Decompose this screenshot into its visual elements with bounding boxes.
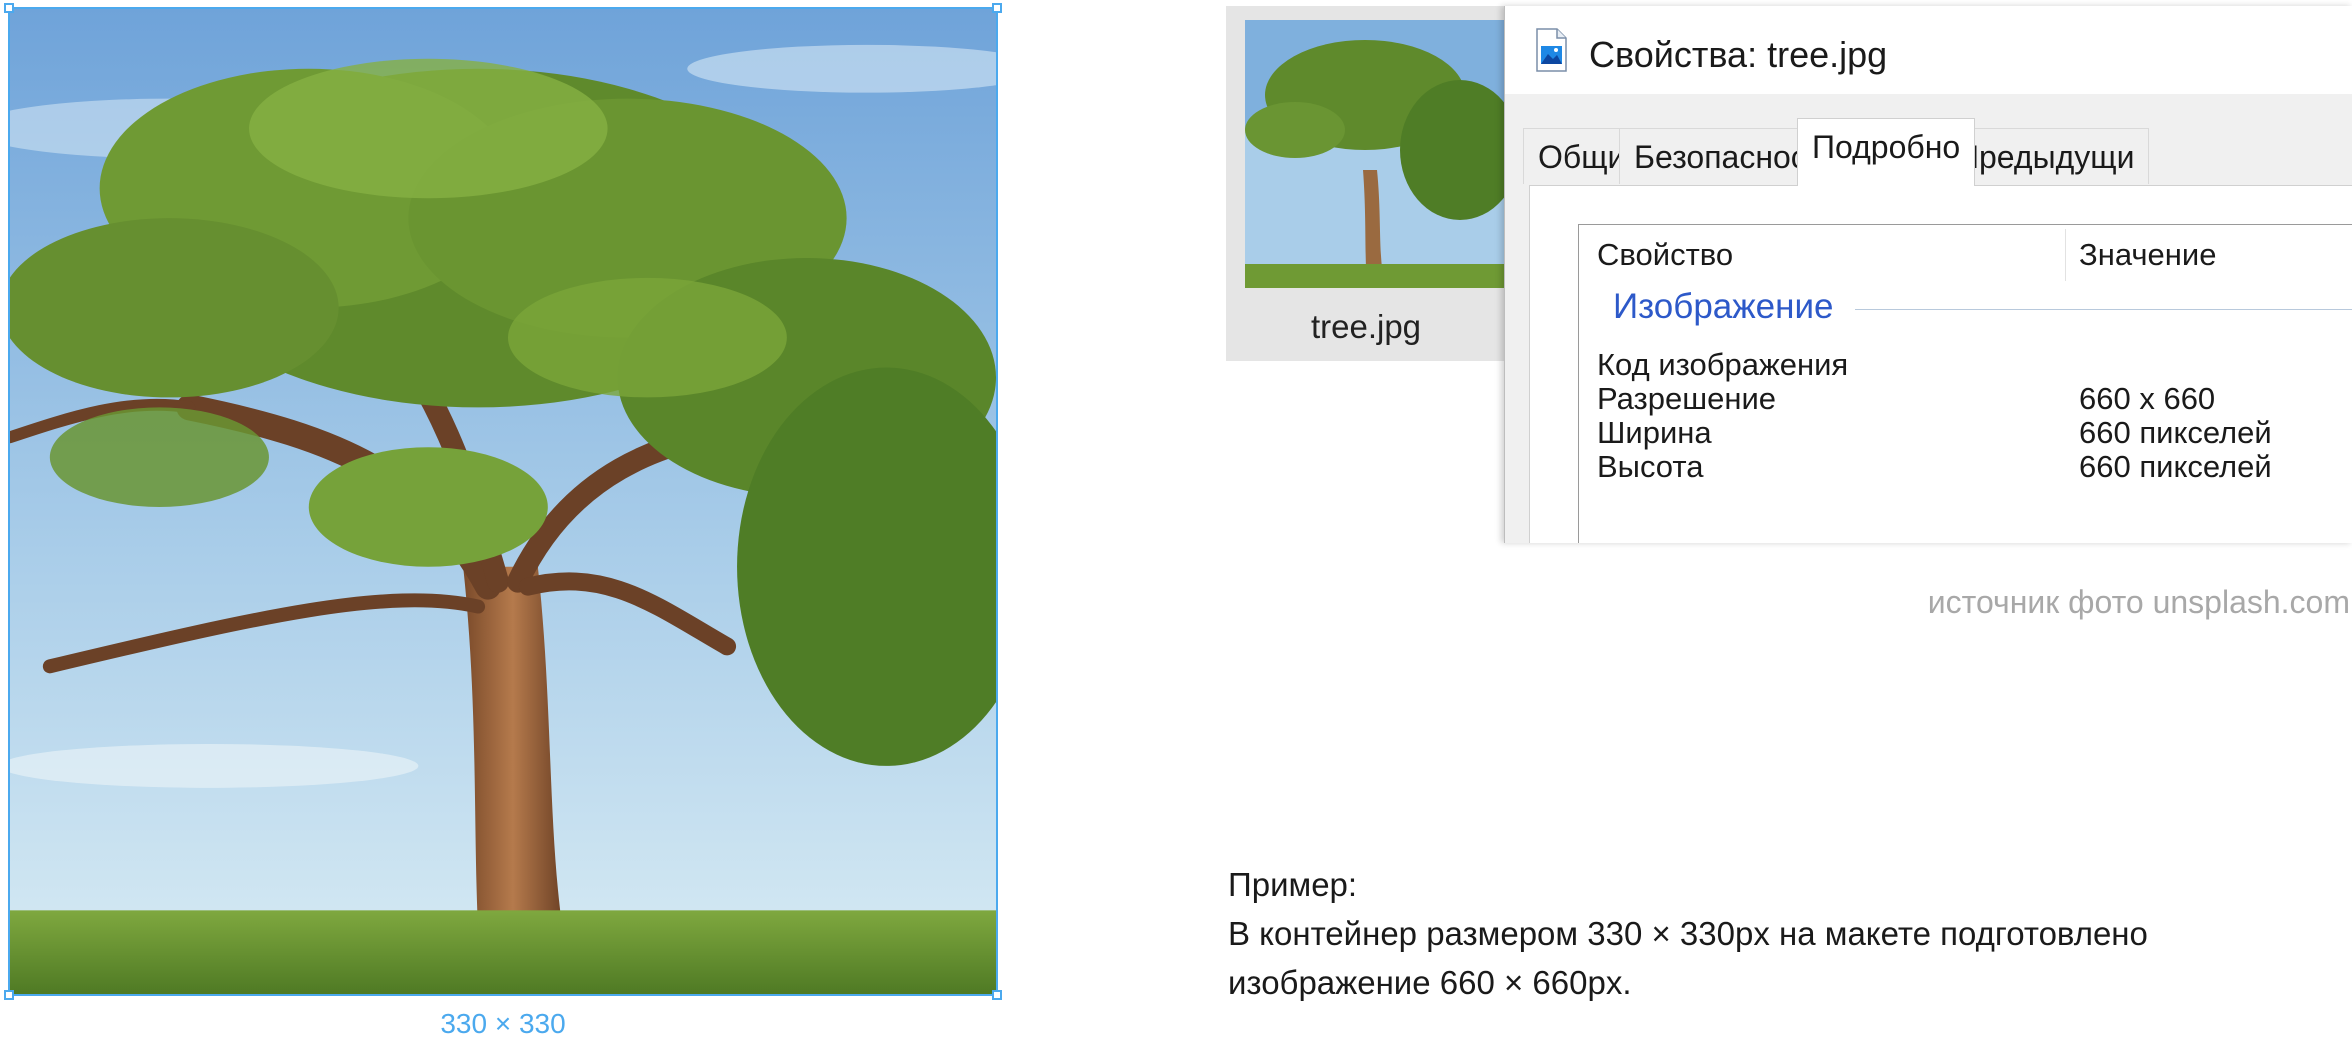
example-line: В контейнер размером 330 × 330px на маке… xyxy=(1228,915,2148,952)
tree-photo xyxy=(10,9,996,994)
property-name: Код изображения xyxy=(1597,347,1849,382)
property-name: Высота xyxy=(1597,449,1704,484)
example-note: Пример: В контейнер размером 330 × 330px… xyxy=(1228,860,2338,1007)
column-separator[interactable] xyxy=(2065,229,2066,281)
file-thumbnail xyxy=(1245,20,1506,288)
photo-source-note: источник фото unsplash.com xyxy=(1927,584,2350,620)
property-value: 660 пикселей xyxy=(2079,415,2272,450)
example-heading: Пример: xyxy=(1228,866,1358,903)
dialog-title: Свойства: tree.jpg xyxy=(1589,34,1888,75)
group-divider xyxy=(1855,309,2352,310)
property-value: 660 x 660 xyxy=(2079,381,2216,416)
property-name: Ширина xyxy=(1597,415,1712,450)
file-thumbnail-panel[interactable]: tree.jpg xyxy=(1226,6,1506,361)
dialog-titlebar[interactable]: Свойства: tree.jpg xyxy=(1505,6,2352,94)
example-line: изображение 660 × 660px. xyxy=(1228,964,1632,1001)
group-header-image: Изображение xyxy=(1579,287,2352,331)
properties-dialog: Свойства: tree.jpg Общие Безопасность По… xyxy=(1504,6,2352,543)
property-row[interactable]: Разрешение 660 x 660 xyxy=(1579,381,2352,416)
property-name: Разрешение xyxy=(1597,381,1777,416)
details-tab-content: Свойство Значение Изображение Код изобра… xyxy=(1529,185,2352,543)
resize-handle-top-left[interactable] xyxy=(4,3,14,13)
tab-details[interactable]: Подробно xyxy=(1797,118,1976,186)
properties-list[interactable]: Свойство Значение Изображение Код изобра… xyxy=(1578,224,2352,543)
property-row[interactable]: Код изображения xyxy=(1579,347,2352,382)
tab-area: Общие Безопасность Подробно Предыдущи Св… xyxy=(1505,94,2352,543)
column-header-value[interactable]: Значение xyxy=(2079,237,2216,273)
property-row[interactable]: Высота 660 пикселей xyxy=(1579,449,2352,484)
property-row[interactable]: Ширина 660 пикселей xyxy=(1579,415,2352,450)
image-frame[interactable] xyxy=(4,3,1002,1000)
resize-handle-top-right[interactable] xyxy=(992,3,1002,13)
frame-dimension-label: 330 × 330 xyxy=(440,1008,566,1039)
resize-handle-bottom-right[interactable] xyxy=(992,990,1002,1000)
property-value: 660 пикселей xyxy=(2079,449,2272,484)
resize-handle-bottom-left[interactable] xyxy=(4,990,14,1000)
image-file-icon xyxy=(1536,28,1567,72)
column-header-property[interactable]: Свойство xyxy=(1597,237,1733,273)
file-thumbnail-name: tree.jpg xyxy=(1310,308,1422,345)
group-label: Изображение xyxy=(1613,287,1834,326)
